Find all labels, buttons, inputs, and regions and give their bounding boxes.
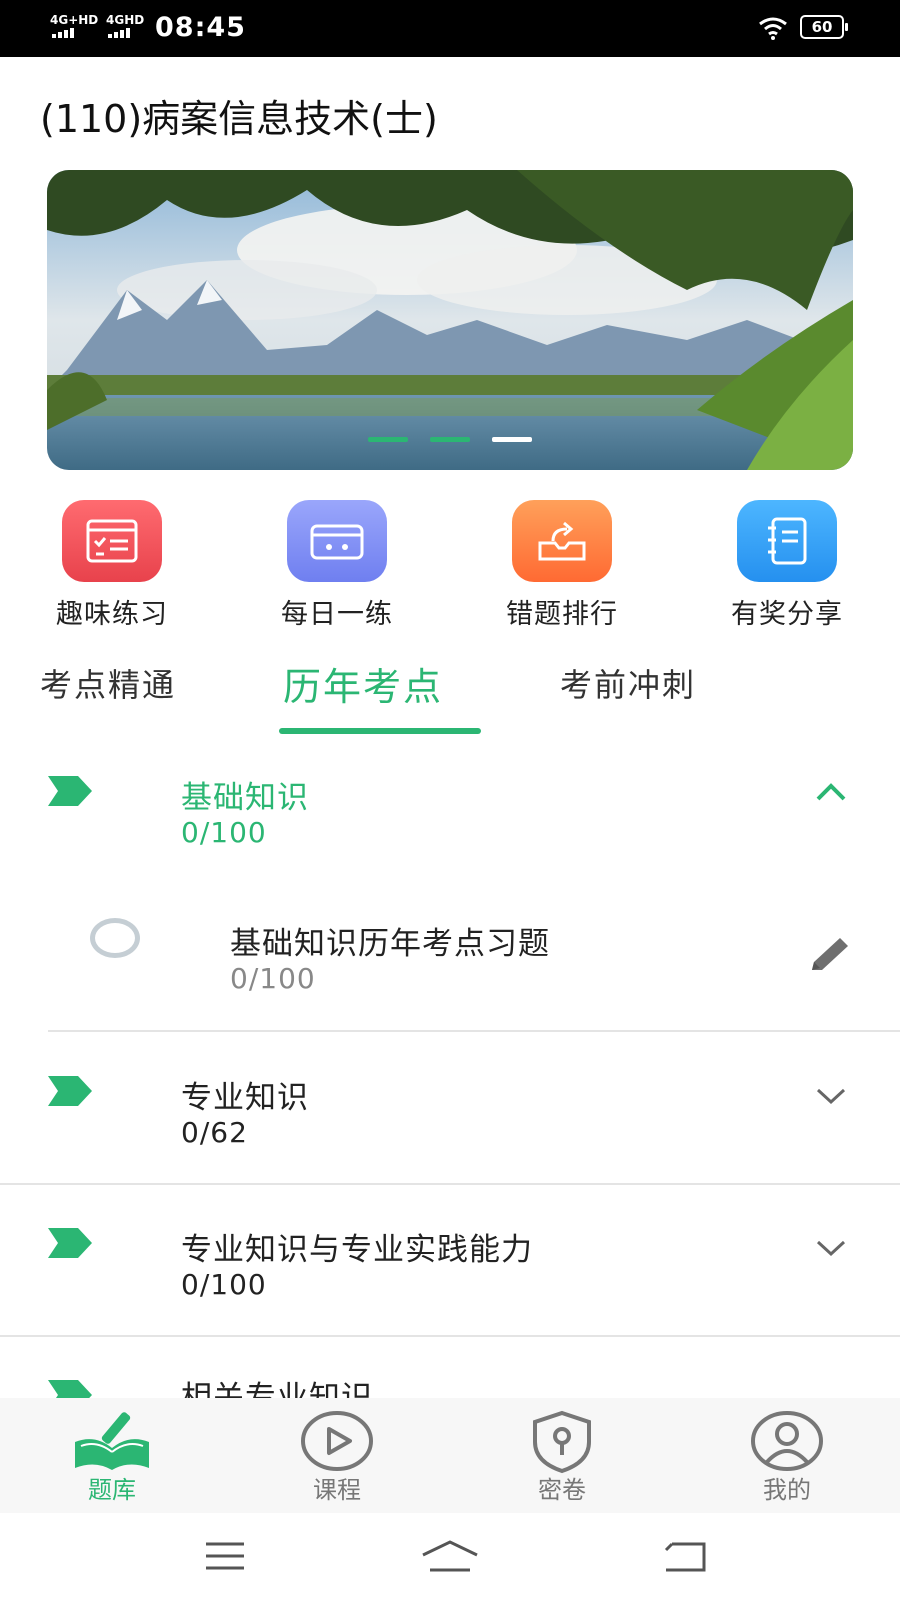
quick-action-fun-practice[interactable]: 趣味练习 bbox=[37, 500, 187, 631]
wifi-icon bbox=[759, 17, 787, 40]
divider bbox=[0, 1335, 900, 1337]
section-title: 专业知识 bbox=[181, 1080, 309, 1116]
clock: 08:45 bbox=[155, 12, 246, 43]
quick-action-label: 趣味练习 bbox=[56, 599, 168, 630]
tab-kaodian-jingtong[interactable]: 考点精通 bbox=[40, 660, 176, 706]
section-row-jichu[interactable]: 基础知识 0/100 bbox=[0, 760, 900, 860]
bottom-navigation: 题库 课程 密卷 我的 bbox=[0, 1398, 900, 1513]
quick-action-label: 有奖分享 bbox=[731, 599, 843, 630]
subsection-title[interactable]: 基础知识历年考点习题 bbox=[230, 918, 550, 963]
section-row-zhuanye-shijian[interactable]: 专业知识与专业实践能力 0/100 bbox=[0, 1212, 900, 1312]
shield-lock-icon bbox=[533, 1410, 591, 1474]
nav-label: 课程 bbox=[313, 1476, 361, 1504]
quiz-list-icon bbox=[62, 500, 162, 582]
play-circle-icon bbox=[301, 1411, 373, 1471]
signal-bars-1-icon bbox=[52, 28, 74, 38]
home-icon[interactable] bbox=[420, 1539, 480, 1573]
quick-action-reward-share[interactable]: 有奖分享 bbox=[712, 500, 862, 631]
section-count: 0/100 bbox=[181, 816, 267, 849]
carousel-indicator bbox=[47, 437, 853, 442]
pencil-edit-icon[interactable] bbox=[806, 934, 854, 974]
divider bbox=[48, 1030, 900, 1032]
back-icon[interactable] bbox=[662, 1541, 708, 1573]
banner-carousel[interactable] bbox=[47, 170, 853, 470]
carousel-dot-active[interactable] bbox=[492, 437, 532, 442]
notebook-icon bbox=[737, 500, 837, 582]
quick-action-wrong-ranking[interactable]: 错题排行 bbox=[487, 500, 637, 631]
radio-box-icon bbox=[287, 500, 387, 582]
chevron-down-icon[interactable] bbox=[815, 1086, 847, 1106]
section-title: 相关专业知识 bbox=[181, 1380, 373, 1398]
subsection-count: 0/100 bbox=[230, 962, 316, 995]
carousel-dot[interactable] bbox=[430, 437, 470, 442]
nav-tiku[interactable]: 题库 bbox=[37, 1398, 187, 1513]
tab-kaoqian-chongci[interactable]: 考前冲刺 bbox=[560, 660, 696, 706]
section-title: 专业知识与专业实践能力 bbox=[181, 1232, 533, 1268]
flag-icon bbox=[48, 1228, 92, 1258]
share-folder-icon bbox=[512, 500, 612, 582]
flag-icon bbox=[48, 1076, 92, 1106]
user-profile-icon bbox=[751, 1411, 823, 1471]
tab-linian-kaodian[interactable]: 历年考点 bbox=[283, 656, 443, 711]
section-row-zhuanye[interactable]: 专业知识 0/62 bbox=[0, 1060, 900, 1160]
network-indicator-2: 4GHD bbox=[106, 13, 145, 27]
active-tab-indicator bbox=[279, 728, 481, 734]
nav-wode[interactable]: 我的 bbox=[712, 1398, 862, 1513]
nav-label: 密卷 bbox=[538, 1476, 586, 1504]
battery-indicator: 60 bbox=[800, 15, 848, 39]
quick-action-label: 每日一练 bbox=[281, 599, 393, 630]
flag-icon bbox=[48, 776, 92, 806]
signal-bars-2-icon bbox=[108, 28, 130, 38]
divider bbox=[0, 1183, 900, 1185]
nav-mijuan[interactable]: 密卷 bbox=[487, 1398, 637, 1513]
nav-kecheng[interactable]: 课程 bbox=[262, 1398, 412, 1513]
system-navigation-bar bbox=[0, 1513, 900, 1600]
page-title: (110)病案信息技术(士) bbox=[40, 97, 438, 141]
banner-landscape-image bbox=[47, 170, 853, 470]
question-bank-icon bbox=[75, 1412, 149, 1470]
carousel-dot[interactable] bbox=[368, 437, 408, 442]
progress-circle-icon bbox=[90, 918, 140, 958]
nav-label: 题库 bbox=[88, 1476, 136, 1504]
network-indicator-1: 4G+HD bbox=[50, 13, 99, 27]
flag-icon bbox=[48, 1380, 92, 1398]
menu-icon[interactable] bbox=[204, 1541, 246, 1571]
section-title: 基础知识 bbox=[181, 780, 309, 816]
section-count: 0/62 bbox=[181, 1116, 248, 1149]
section-count: 0/100 bbox=[181, 1268, 267, 1301]
section-row-xiangguan[interactable]: 相关专业知识 bbox=[0, 1362, 900, 1398]
status-bar: 4G+HD 4GHD 08:45 60 bbox=[0, 0, 900, 57]
quick-action-label: 错题排行 bbox=[506, 599, 618, 630]
nav-label: 我的 bbox=[763, 1476, 811, 1504]
quick-action-daily-practice[interactable]: 每日一练 bbox=[262, 500, 412, 631]
chevron-down-icon[interactable] bbox=[815, 1238, 847, 1258]
chevron-up-icon[interactable] bbox=[815, 782, 847, 802]
